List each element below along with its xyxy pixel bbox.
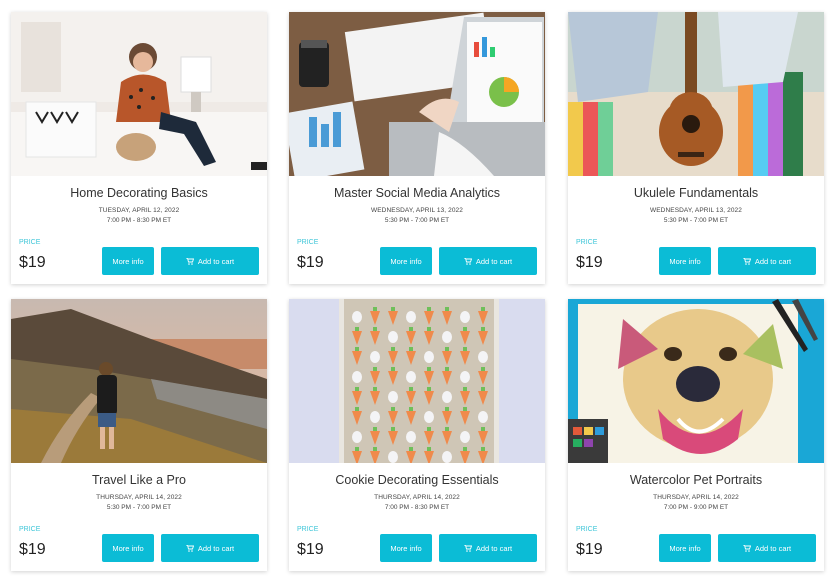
cart-icon xyxy=(742,544,751,552)
course-image[interactable] xyxy=(289,299,545,463)
course-price: $19 xyxy=(297,254,324,271)
price-label: PRICE xyxy=(576,526,598,533)
course-price: $19 xyxy=(576,254,603,271)
more-info-button[interactable]: More info xyxy=(102,247,154,275)
course-title[interactable]: Travel Like a Pro xyxy=(11,473,267,487)
course-card: Ukulele Fundamentals WEDNESDAY, APRIL 13… xyxy=(568,12,824,284)
cart-icon xyxy=(742,257,751,265)
cart-icon xyxy=(185,257,194,265)
price-label: PRICE xyxy=(297,526,319,533)
cart-icon xyxy=(463,257,472,265)
add-to-cart-label: Add to cart xyxy=(754,543,792,553)
add-to-cart-label: Add to cart xyxy=(475,256,513,266)
add-to-cart-button[interactable]: Add to cart xyxy=(718,534,816,562)
add-to-cart-button[interactable]: Add to cart xyxy=(439,534,537,562)
course-date: THURSDAY, APRIL 14, 2022 xyxy=(374,494,460,501)
more-info-button[interactable]: More info xyxy=(659,247,711,275)
more-info-button[interactable]: More info xyxy=(102,534,154,562)
price-label: PRICE xyxy=(19,239,41,246)
course-price: $19 xyxy=(576,541,603,558)
course-card: Cookie Decorating Essentials THURSDAY, A… xyxy=(289,299,545,571)
course-price: $19 xyxy=(297,541,324,558)
course-time: 7:00 PM - 8:30 PM ET xyxy=(384,504,450,511)
cart-icon xyxy=(463,544,472,552)
course-card: Travel Like a Pro THURSDAY, APRIL 14, 20… xyxy=(11,299,267,571)
course-price: $19 xyxy=(19,254,46,271)
more-info-button[interactable]: More info xyxy=(380,534,432,562)
more-info-button[interactable]: More info xyxy=(659,534,711,562)
add-to-cart-button[interactable]: Add to cart xyxy=(161,247,259,275)
course-date: THURSDAY, APRIL 14, 2022 xyxy=(96,494,182,501)
course-date: THURSDAY, APRIL 14, 2022 xyxy=(653,494,739,501)
price-label: PRICE xyxy=(297,239,319,246)
add-to-cart-label: Add to cart xyxy=(197,543,235,553)
cart-icon xyxy=(185,544,194,552)
course-card: Watercolor Pet Portraits THURSDAY, APRIL… xyxy=(568,299,824,571)
price-label: PRICE xyxy=(576,239,598,246)
course-image[interactable] xyxy=(11,12,267,176)
course-card: Home Decorating Basics TUESDAY, APRIL 12… xyxy=(11,12,267,284)
course-time: 5:30 PM - 7:00 PM ET xyxy=(663,217,729,224)
course-image[interactable] xyxy=(289,12,545,176)
course-card: Master Social Media Analytics WEDNESDAY,… xyxy=(289,12,545,284)
add-to-cart-label: Add to cart xyxy=(475,543,513,553)
course-time: 5:30 PM - 7:00 PM ET xyxy=(384,217,450,224)
course-title[interactable]: Watercolor Pet Portraits xyxy=(568,473,824,487)
course-image[interactable] xyxy=(568,12,824,176)
add-to-cart-label: Add to cart xyxy=(754,256,792,266)
add-to-cart-button[interactable]: Add to cart xyxy=(718,247,816,275)
course-title[interactable]: Master Social Media Analytics xyxy=(289,186,545,200)
course-date: WEDNESDAY, APRIL 13, 2022 xyxy=(650,207,742,214)
add-to-cart-button[interactable]: Add to cart xyxy=(161,534,259,562)
more-info-button[interactable]: More info xyxy=(380,247,432,275)
course-image[interactable] xyxy=(568,299,824,463)
course-title[interactable]: Cookie Decorating Essentials xyxy=(289,473,545,487)
course-time: 5:30 PM - 7:00 PM ET xyxy=(106,504,172,511)
add-to-cart-button[interactable]: Add to cart xyxy=(439,247,537,275)
course-title[interactable]: Ukulele Fundamentals xyxy=(568,186,824,200)
course-time: 7:00 PM - 8:30 PM ET xyxy=(106,217,172,224)
price-label: PRICE xyxy=(19,526,41,533)
add-to-cart-label: Add to cart xyxy=(197,256,235,266)
course-date: WEDNESDAY, APRIL 13, 2022 xyxy=(371,207,463,214)
course-title[interactable]: Home Decorating Basics xyxy=(11,186,267,200)
course-price: $19 xyxy=(19,541,46,558)
course-date: TUESDAY, APRIL 12, 2022 xyxy=(98,207,180,214)
course-time: 7:00 PM - 9:00 PM ET xyxy=(663,504,729,511)
course-image[interactable] xyxy=(11,299,267,463)
course-grid: Home Decorating Basics TUESDAY, APRIL 12… xyxy=(0,0,837,581)
